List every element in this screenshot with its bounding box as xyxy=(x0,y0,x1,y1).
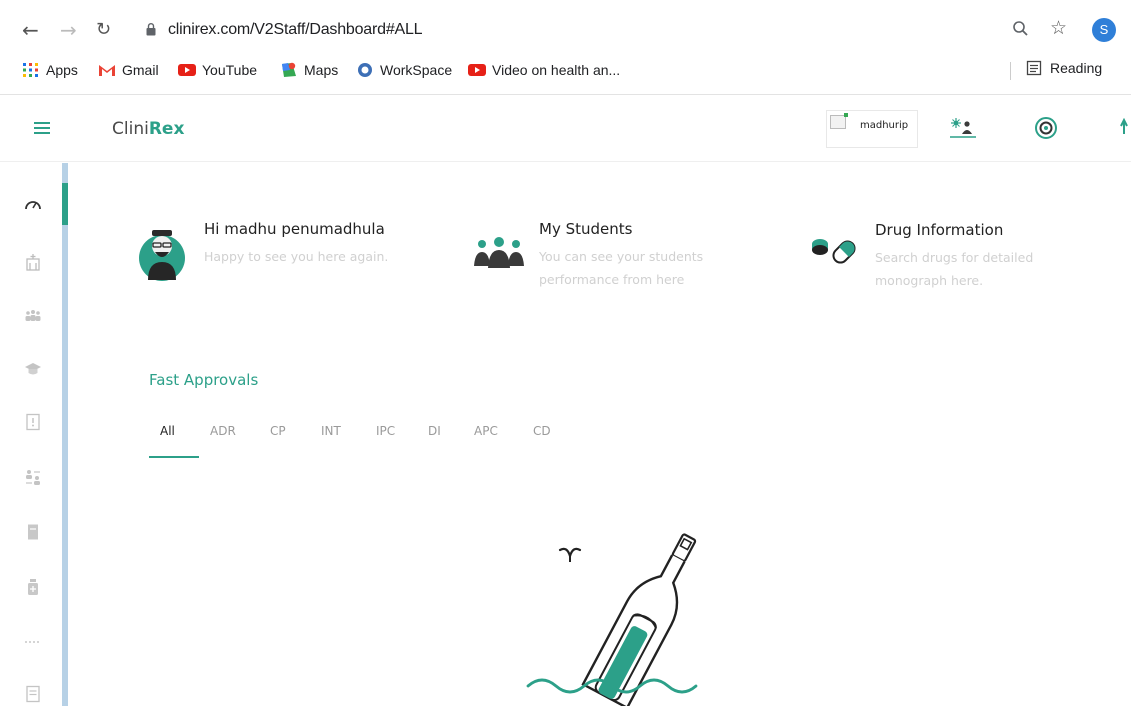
sidebar-active-indicator xyxy=(62,183,68,225)
bookmark-maps[interactable]: Maps xyxy=(280,59,338,81)
forward-icon[interactable]: → xyxy=(60,18,77,42)
tab-cd[interactable]: CD xyxy=(533,424,551,438)
tab-cp[interactable]: CP xyxy=(270,424,286,438)
tab-apc[interactable]: APC xyxy=(474,424,498,438)
menu-icon[interactable] xyxy=(34,122,50,134)
active-tab-underline xyxy=(149,456,199,458)
username: madhurip xyxy=(860,120,909,131)
url-field[interactable]: clinirex.com/V2Staff/Dashboard#ALL xyxy=(168,21,423,39)
drug-information-title: Drug Information xyxy=(875,221,1004,239)
brand-logo[interactable]: CliniRex xyxy=(112,119,184,139)
staff-icon[interactable] xyxy=(948,118,978,140)
divider xyxy=(1010,62,1011,80)
tab-adr[interactable]: ADR xyxy=(210,424,236,438)
bookmark-apps[interactable]: Apps xyxy=(22,59,78,81)
drug-information-subtitle: Search drugs for detailed monograph here… xyxy=(875,250,1034,288)
reading-list-button[interactable]: Reading xyxy=(1026,60,1102,76)
bookmark-label: Gmail xyxy=(122,62,159,78)
profile-avatar[interactable]: S xyxy=(1092,18,1116,42)
fast-approvals-title: Fast Approvals xyxy=(149,371,259,389)
bookmark-label: Video on health an... xyxy=(492,62,621,78)
zoom-icon[interactable] xyxy=(1012,20,1030,38)
maps-icon xyxy=(282,62,296,77)
lock-icon xyxy=(146,23,156,36)
bookmark-gmail[interactable]: Gmail xyxy=(98,59,159,81)
medicine-bottle-icon[interactable] xyxy=(24,578,42,596)
reading-list-label: Reading xyxy=(1050,60,1103,76)
youtube-icon xyxy=(468,64,486,76)
welcome-subtitle: Happy to see you here again. xyxy=(204,249,389,264)
brand-prefix: Clini xyxy=(112,119,149,139)
bookmark-video[interactable]: Video on health an... xyxy=(468,59,620,81)
dots-icon[interactable] xyxy=(24,633,42,651)
bookmark-star-icon[interactable]: ☆ xyxy=(1050,17,1067,39)
students-icon xyxy=(474,237,524,268)
apps-grid-icon xyxy=(23,63,38,77)
bookmark-label: Apps xyxy=(46,62,78,78)
browser-chrome: ← → ↻ clinirex.com/V2Staff/Dashboard#ALL… xyxy=(0,0,1131,95)
tab-ipc[interactable]: IPC xyxy=(376,424,395,438)
bookmark-label: Maps xyxy=(304,62,339,78)
reload-icon[interactable]: ↻ xyxy=(96,18,111,42)
document-alert-icon[interactable] xyxy=(24,413,42,431)
settings-icon[interactable] xyxy=(1034,116,1058,140)
empty-state-bottle-icon xyxy=(526,533,698,706)
list-icon[interactable] xyxy=(24,685,42,703)
bookmark-youtube[interactable]: YouTube xyxy=(178,59,257,81)
hospital-icon[interactable] xyxy=(24,253,42,271)
welcome-title: Hi madhu penumadhula xyxy=(204,220,385,238)
notification-icon[interactable] xyxy=(1118,118,1131,138)
avatar-icon xyxy=(139,230,185,281)
broken-image-icon xyxy=(830,113,848,129)
group-icon[interactable] xyxy=(24,306,42,324)
my-students-title: My Students xyxy=(539,220,633,238)
pills-icon xyxy=(812,239,856,264)
dashboard-gauge-icon[interactable] xyxy=(24,196,42,214)
tab-int[interactable]: INT xyxy=(321,424,341,438)
bookmarks-bar: Apps Gmail YouTube Maps WorkSpace Video … xyxy=(0,56,1131,84)
gmail-icon xyxy=(99,65,115,76)
sidebar xyxy=(0,163,64,706)
user-profile[interactable]: madhurip xyxy=(826,110,918,148)
reading-list-icon xyxy=(1026,60,1042,76)
bookmark-label: WorkSpace xyxy=(380,62,453,78)
address-bar-row: ← → ↻ clinirex.com/V2Staff/Dashboard#ALL… xyxy=(0,14,1131,48)
brand-suffix: Rex xyxy=(148,119,185,139)
my-students-subtitle: You can see your students performance fr… xyxy=(539,249,704,287)
sidebar-scrollbar[interactable] xyxy=(62,163,68,706)
clipboard-icon[interactable] xyxy=(24,523,42,541)
tab-all[interactable]: All xyxy=(160,424,175,438)
tab-di[interactable]: DI xyxy=(428,424,441,438)
workspace-icon xyxy=(358,63,372,77)
app-header: CliniRex madhurip xyxy=(0,96,1131,162)
bookmark-workspace[interactable]: WorkSpace xyxy=(356,59,452,81)
bookmark-label: YouTube xyxy=(202,62,258,78)
back-icon[interactable]: ← xyxy=(22,18,39,42)
youtube-icon xyxy=(178,64,196,76)
users-transfer-icon[interactable] xyxy=(24,468,42,486)
graduation-cap-icon[interactable] xyxy=(24,360,42,378)
